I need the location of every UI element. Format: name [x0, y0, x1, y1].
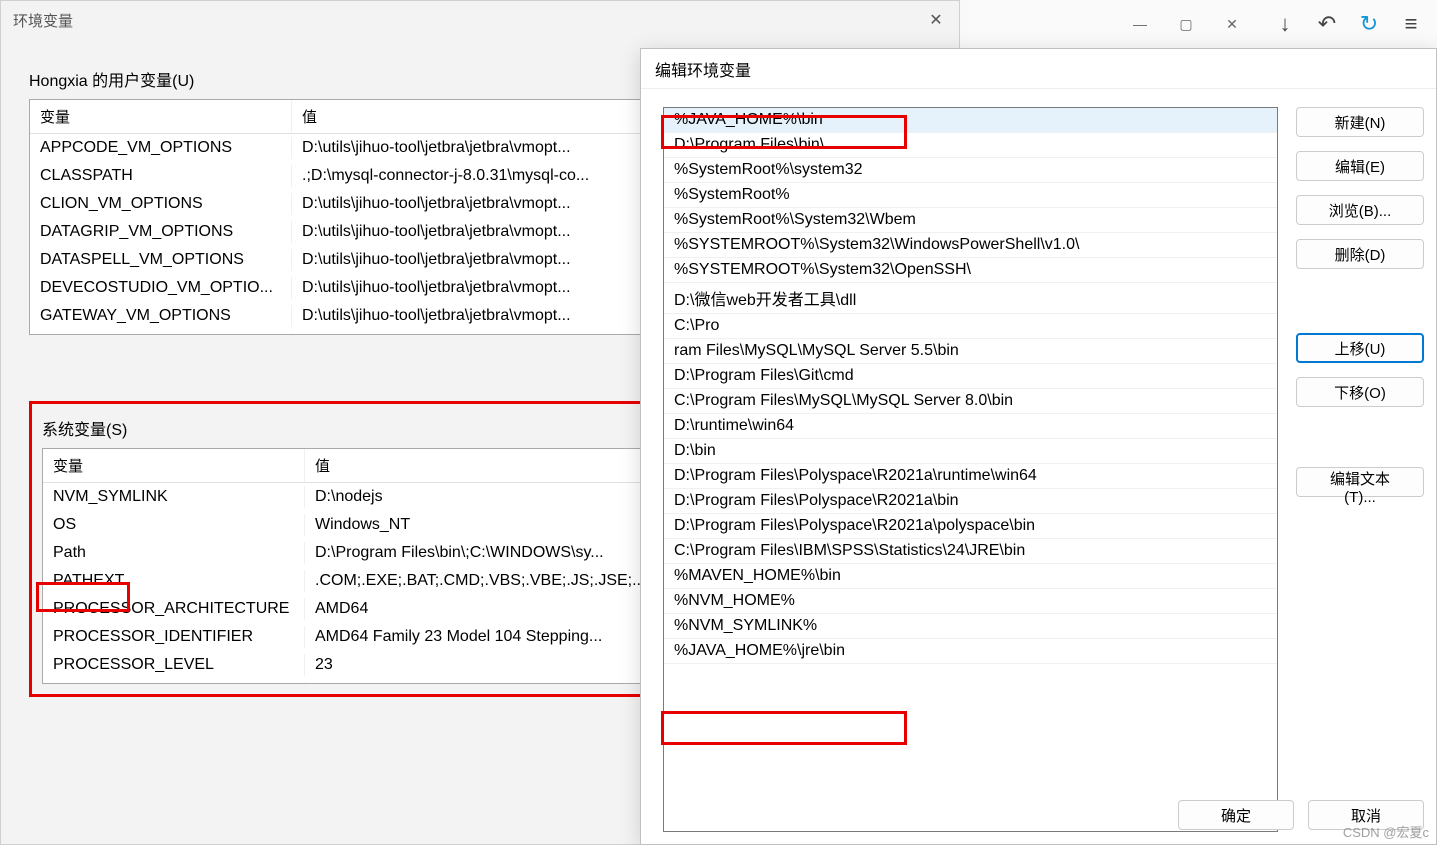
edit-env-var-dialog: 编辑环境变量 %JAVA_HOME%\binD:\Program Files\b…	[640, 48, 1437, 845]
path-item[interactable]: D:\Program Files\Polyspace\R2021a\bin	[664, 489, 1277, 514]
path-item[interactable]: %NVM_SYMLINK%	[664, 614, 1277, 639]
var-name: Path	[43, 542, 305, 564]
col-header-name[interactable]: 变量	[43, 449, 305, 482]
var-name: PROCESSOR_ARCHITECTURE	[43, 598, 305, 620]
edit-buttons-column: 新建(N) 编辑(E) 浏览(B)... 删除(D) 上移(U) 下移(O) 编…	[1296, 107, 1424, 832]
app-extra-buttons: ↓ ↶ ↻ ≡	[1267, 6, 1429, 42]
var-name: CLION_VM_OPTIONS	[30, 193, 292, 215]
var-name: PROCESSOR_REVISION	[43, 682, 305, 683]
watermark: CSDN @宏夏c	[1343, 822, 1429, 841]
path-item[interactable]: C:\Program Files\MySQL\MySQL Server 8.0\…	[664, 389, 1277, 414]
browse-button[interactable]: 浏览(B)...	[1296, 195, 1424, 225]
move-down-button[interactable]: 下移(O)	[1296, 377, 1424, 407]
var-name: PROCESSOR_LEVEL	[43, 654, 305, 676]
edit-button[interactable]: 编辑(E)	[1296, 151, 1424, 181]
var-name: DEVECOSTUDIO_VM_OPTIO...	[30, 277, 292, 299]
path-item[interactable]: D:\微信web开发者工具\dll	[664, 283, 1277, 314]
background-app-toolbar: — ▢ ✕ ↓ ↶ ↻ ≡	[967, 0, 1437, 48]
path-item[interactable]: D:\runtime\win64	[664, 414, 1277, 439]
close-button[interactable]: ✕	[913, 1, 959, 39]
delete-button[interactable]: 删除(D)	[1296, 239, 1424, 269]
dialog-title-bar: 环境变量 ✕	[1, 1, 959, 39]
dialog-title: 环境变量	[13, 10, 73, 31]
var-name: DATAGRIP_VM_OPTIONS	[30, 221, 292, 243]
path-item[interactable]: D:\Program Files\Git\cmd	[664, 364, 1277, 389]
path-item[interactable]: D:\Program Files\bin\	[664, 133, 1277, 158]
var-name: GOLAND_VM_OPTIONS	[30, 333, 292, 334]
path-item[interactable]: C:\Pro	[664, 314, 1277, 339]
download-icon[interactable]: ↓	[1267, 6, 1303, 42]
path-item[interactable]: D:\bin	[664, 439, 1277, 464]
var-name: OS	[43, 514, 305, 536]
var-name: DATASPELL_VM_OPTIONS	[30, 249, 292, 271]
path-item[interactable]: %NVM_HOME%	[664, 589, 1277, 614]
ok-button[interactable]: 确定	[1178, 800, 1294, 830]
edit-dialog-title-bar: 编辑环境变量	[641, 49, 1436, 89]
path-item[interactable]: ram Files\MySQL\MySQL Server 5.5\bin	[664, 339, 1277, 364]
var-name: PROCESSOR_IDENTIFIER	[43, 626, 305, 648]
maximize-icon[interactable]: ▢	[1163, 9, 1209, 39]
undo-icon[interactable]: ↶	[1309, 6, 1345, 42]
col-header-name[interactable]: 变量	[30, 100, 292, 133]
var-name: GATEWAY_VM_OPTIONS	[30, 305, 292, 327]
path-item[interactable]: %MAVEN_HOME%\bin	[664, 564, 1277, 589]
path-item[interactable]: %SYSTEMROOT%\System32\OpenSSH\	[664, 258, 1277, 283]
minimize-icon[interactable]: —	[1117, 9, 1163, 39]
move-up-button[interactable]: 上移(U)	[1296, 333, 1424, 363]
edit-dialog-title: 编辑环境变量	[655, 57, 751, 81]
path-item[interactable]: %SYSTEMROOT%\System32\WindowsPowerShell\…	[664, 233, 1277, 258]
new-button[interactable]: 新建(N)	[1296, 107, 1424, 137]
var-name: APPCODE_VM_OPTIONS	[30, 137, 292, 159]
path-item[interactable]: C:\Program Files\IBM\SPSS\Statistics\24\…	[664, 539, 1277, 564]
menu-icon[interactable]: ≡	[1393, 6, 1429, 42]
path-item[interactable]: D:\Program Files\Polyspace\R2021a\polysp…	[664, 514, 1277, 539]
var-name: CLASSPATH	[30, 165, 292, 187]
path-item[interactable]: %SystemRoot%\system32	[664, 158, 1277, 183]
sync-icon[interactable]: ↻	[1351, 6, 1387, 42]
window-controls: — ▢ ✕	[1117, 9, 1255, 39]
close-icon[interactable]: ✕	[1209, 9, 1255, 39]
path-item[interactable]: D:\Program Files\Polyspace\R2021a\runtim…	[664, 464, 1277, 489]
path-list[interactable]: %JAVA_HOME%\binD:\Program Files\bin\%Sys…	[663, 107, 1278, 832]
var-name: NVM_SYMLINK	[43, 486, 305, 508]
path-item[interactable]: %JAVA_HOME%\jre\bin	[664, 639, 1277, 664]
edit-text-button[interactable]: 编辑文本(T)...	[1296, 467, 1424, 497]
var-name: PATHEXT	[43, 570, 305, 592]
path-item[interactable]: %SystemRoot%\System32\Wbem	[664, 208, 1277, 233]
path-item[interactable]: %JAVA_HOME%\bin	[664, 108, 1277, 133]
path-item[interactable]: %SystemRoot%	[664, 183, 1277, 208]
